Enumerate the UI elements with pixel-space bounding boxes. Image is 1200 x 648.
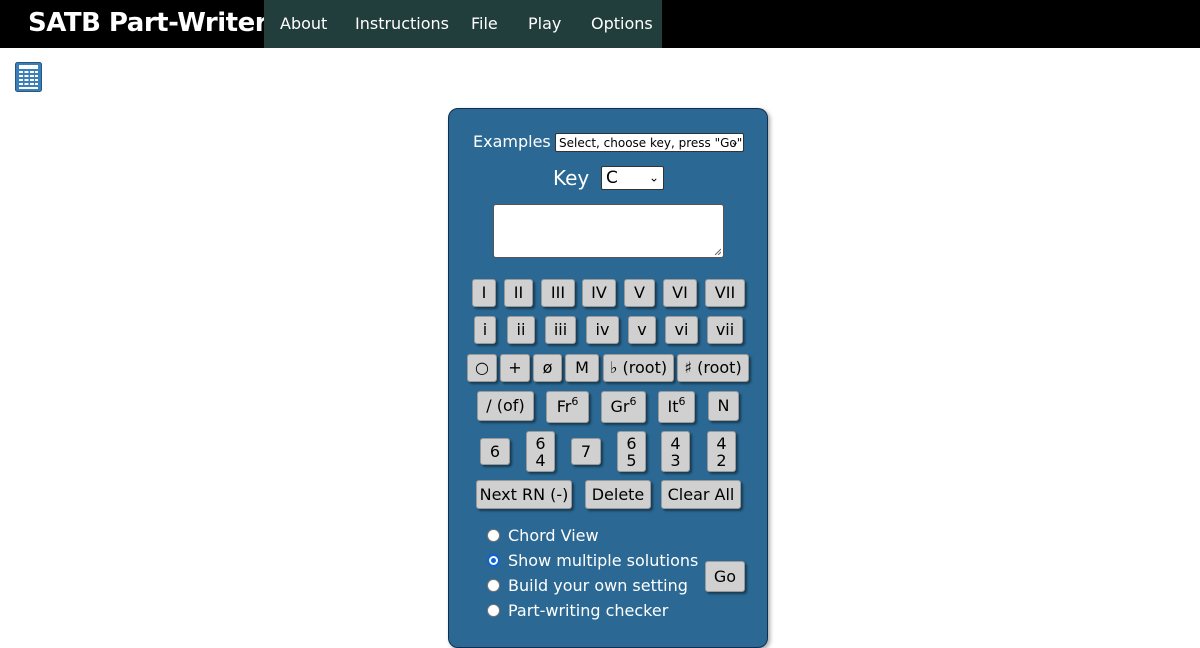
chevron-down-icon: ⌄	[730, 136, 739, 148]
numeral-iii-button[interactable]: iii	[545, 316, 576, 344]
numeral-i-button[interactable]: i	[474, 316, 496, 344]
mode-chord-view-radio[interactable]	[487, 528, 500, 542]
italian-sixth-sup: 6	[678, 394, 686, 408]
inversion-65-bottom: 5	[626, 450, 637, 470]
app-title[interactable]: SATB Part-Writer	[28, 6, 268, 40]
numeral-IV-button[interactable]: IV	[582, 279, 616, 307]
neapolitan-button[interactable]: N	[708, 391, 739, 421]
nav-file[interactable]: File	[471, 0, 498, 48]
mode-multiple-solutions[interactable]: Show multiple solutions	[487, 549, 698, 571]
numeral-vii-button[interactable]: vii	[707, 316, 743, 344]
numeral-VI-button[interactable]: VI	[663, 279, 697, 307]
key-select[interactable]: C ⌄	[601, 166, 664, 190]
key-label: Key	[553, 166, 590, 190]
german-sixth-button[interactable]: Gr 6	[601, 391, 646, 423]
diminished-button[interactable]: ○	[467, 354, 497, 382]
inversion-65-top: 6	[626, 433, 637, 453]
nav-instructions[interactable]: Instructions	[355, 0, 449, 48]
nav-options[interactable]: Options	[591, 0, 653, 48]
numeral-v-button[interactable]: v	[628, 316, 656, 344]
inversion-64-top: 6	[535, 433, 546, 453]
inversion-65-button[interactable]: 6 5	[617, 431, 646, 472]
mode-build-own[interactable]: Build your own setting	[487, 574, 688, 596]
german-sixth-sup: 6	[629, 394, 637, 408]
mode-checker-label: Part-writing checker	[508, 600, 669, 620]
examples-select-value: Select, choose key, press "Go"	[559, 136, 743, 150]
inversion-43-bottom: 3	[670, 450, 681, 470]
inversion-42-bottom: 2	[716, 450, 727, 470]
inversion-7-button[interactable]: 7	[571, 438, 601, 465]
sharp-root-button[interactable]: ♯ (root)	[677, 354, 749, 382]
nav-about[interactable]: About	[280, 0, 327, 48]
applied-of-button[interactable]: / (of)	[477, 391, 534, 421]
italian-sixth-button[interactable]: It 6	[658, 391, 695, 423]
nav-play[interactable]: Play	[528, 0, 561, 48]
clear-all-button[interactable]: Clear All	[661, 480, 741, 509]
key-select-value: C	[606, 168, 618, 188]
part-writer-panel: Examples Select, choose key, press "Go" …	[448, 108, 768, 648]
numeral-II-button[interactable]: II	[504, 279, 533, 307]
next-rn-button[interactable]: Next RN (-)	[476, 480, 572, 509]
inversion-43-top: 4	[670, 433, 681, 453]
examples-label: Examples	[473, 132, 551, 151]
chevron-down-icon: ⌄	[648, 170, 659, 185]
go-button[interactable]: Go	[705, 561, 745, 592]
french-sixth-label: Fr	[556, 397, 572, 416]
french-sixth-button[interactable]: Fr 6	[546, 391, 589, 423]
numeral-V-button[interactable]: V	[624, 279, 655, 307]
flat-root-button[interactable]: ♭ (root)	[603, 354, 674, 382]
inversion-43-figures: 4 3	[670, 435, 680, 469]
numeral-vi-button[interactable]: vi	[665, 316, 698, 344]
mode-multiple-solutions-label: Show multiple solutions	[508, 550, 699, 570]
main-nav: About Instructions File Play Options	[264, 0, 662, 48]
numeral-III-button[interactable]: III	[541, 279, 575, 307]
italian-sixth-label: It	[667, 397, 679, 416]
numeral-ii-button[interactable]: ii	[507, 316, 535, 344]
inversion-42-top: 4	[716, 433, 727, 453]
delete-button[interactable]: Delete	[585, 480, 651, 509]
resize-handle-icon[interactable]	[714, 248, 721, 255]
inversion-65-figures: 6 5	[626, 435, 636, 469]
top-bar: SATB Part-Writer About Instructions File…	[0, 0, 1200, 48]
half-diminished-button[interactable]: ø	[533, 354, 562, 382]
examples-select[interactable]: Select, choose key, press "Go" ⌄	[555, 133, 744, 152]
mode-checker[interactable]: Part-writing checker	[487, 599, 668, 621]
numeral-VII-button[interactable]: VII	[705, 279, 745, 307]
mode-build-own-label: Build your own setting	[508, 575, 688, 595]
numeral-iv-button[interactable]: iv	[586, 316, 619, 344]
inversion-42-figures: 4 2	[716, 435, 726, 469]
mode-chord-view-label: Chord View	[508, 525, 599, 545]
major-seventh-button[interactable]: M	[565, 354, 599, 382]
french-sixth-sup: 6	[571, 394, 579, 408]
mode-chord-view[interactable]: Chord View	[487, 524, 599, 546]
inversion-42-button[interactable]: 4 2	[707, 431, 736, 472]
inversion-64-button[interactable]: 6 4	[526, 431, 555, 472]
roman-numeral-input[interactable]	[493, 204, 724, 258]
inversion-6-button[interactable]: 6	[480, 438, 510, 465]
calculator-icon[interactable]	[15, 62, 42, 92]
mode-build-own-radio[interactable]	[487, 578, 500, 592]
inversion-43-button[interactable]: 4 3	[661, 431, 690, 472]
inversion-64-bottom: 4	[535, 450, 546, 470]
mode-checker-radio[interactable]	[487, 603, 500, 617]
numeral-I-button[interactable]: I	[472, 279, 496, 307]
inversion-64-figures: 6 4	[535, 435, 545, 469]
german-sixth-label: Gr	[610, 397, 630, 416]
mode-multiple-solutions-radio[interactable]	[487, 553, 500, 567]
augmented-button[interactable]: +	[500, 354, 530, 382]
